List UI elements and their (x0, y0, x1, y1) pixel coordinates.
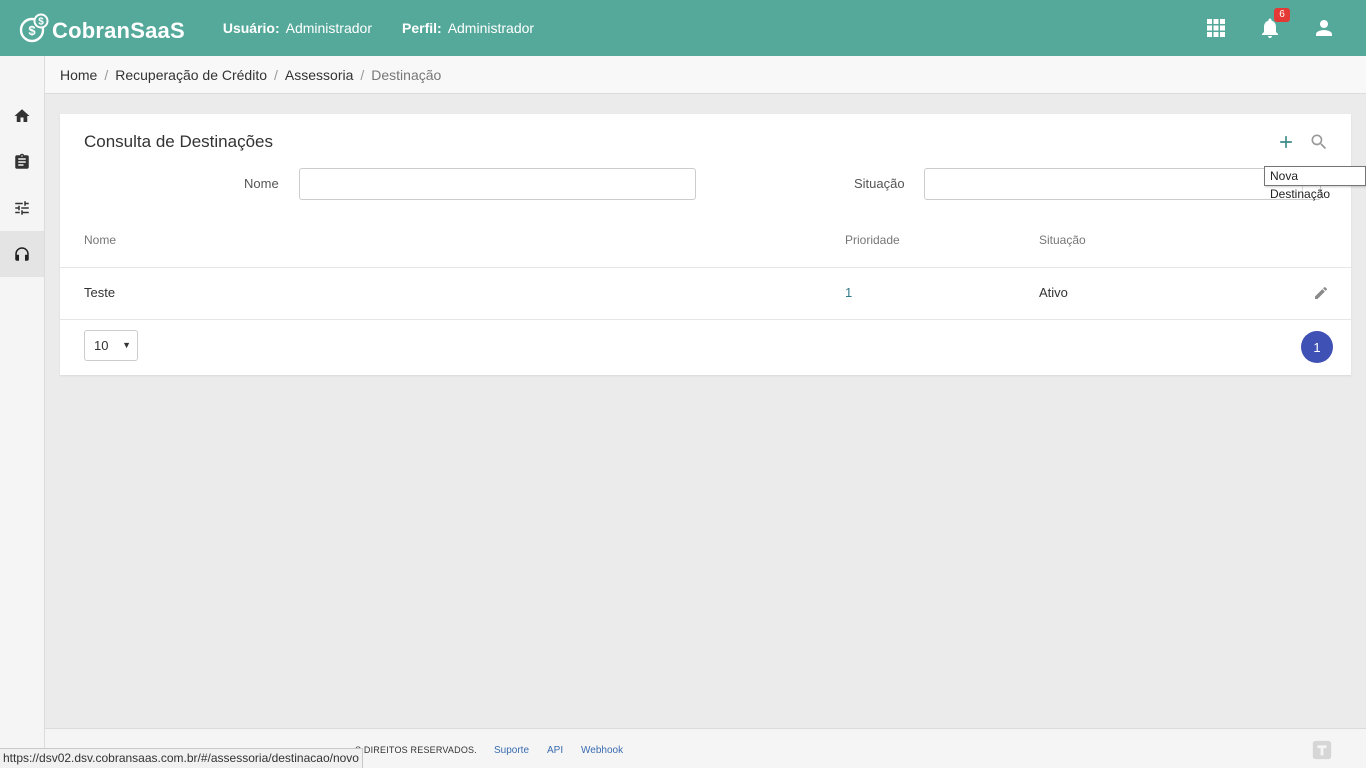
breadcrumb-home[interactable]: Home (60, 67, 97, 83)
sliders-icon (15, 201, 29, 215)
profile-pair: Perfil: Administrador (402, 20, 534, 36)
svg-text:$: $ (28, 23, 36, 38)
svg-text:$: $ (38, 17, 44, 28)
status-bar-url: https://dsv02.dsv.cobransaas.com.br/#/as… (0, 748, 363, 768)
edit-pencil-icon[interactable] (1313, 285, 1329, 301)
caret-down-icon: ▼ (122, 340, 131, 350)
tooltip: Nova Destinação (1264, 166, 1366, 201)
breadcrumb: Home / Recuperação de Crédito / Assessor… (45, 56, 1366, 94)
destinacoes-card: Consulta de Destinações Nome Situação No… (60, 114, 1351, 375)
headset-icon (15, 247, 29, 261)
user-value: Administrador (285, 20, 372, 36)
breadcrumb-separator: / (274, 66, 278, 83)
brand-name: CobranSaaS (52, 18, 185, 43)
row-divider (60, 319, 1351, 320)
home-icon (14, 109, 30, 122)
search-icon[interactable] (1309, 132, 1329, 152)
sidebar-item-settings[interactable] (0, 185, 44, 231)
profile-value: Administrador (447, 20, 535, 36)
user-icon[interactable] (1312, 16, 1336, 40)
page-title: Consulta de Destinações (84, 132, 274, 151)
cell-prioridade: 1 (845, 285, 853, 300)
pagination-page-button[interactable]: 1 (1301, 331, 1333, 363)
breadcrumb-current: Destinação (371, 66, 442, 83)
user-info: Usuário: Administrador Perfil: Administr… (223, 20, 564, 36)
footer-link-suporte[interactable]: Suporte (494, 745, 529, 756)
sidebar-item-clipboard[interactable] (0, 139, 44, 185)
brand-logo[interactable]: $ $ CobranSaaS (19, 12, 185, 44)
breadcrumb-assessoria[interactable]: Assessoria (285, 67, 353, 83)
footer-link-webhook[interactable]: Webhook (581, 745, 623, 756)
column-header-nome[interactable]: Nome (84, 233, 116, 247)
situacao-filter-label: Situação (854, 176, 905, 191)
add-icon[interactable] (1276, 132, 1296, 152)
situacao-filter-select[interactable] (924, 168, 1321, 200)
profile-label: Perfil: (402, 20, 442, 36)
cell-nome: Teste (84, 285, 116, 300)
page-size-select[interactable]: 10 ▼ (84, 330, 138, 361)
footer-copyright: S DIREITOS RESERVADOS. (355, 745, 477, 755)
footer-link-api[interactable]: API (547, 745, 563, 756)
nome-filter-label: Nome (244, 176, 279, 191)
breadcrumb-separator: / (360, 66, 365, 83)
breadcrumb-recuperacao[interactable]: Recuperação de Crédito (115, 67, 267, 83)
nome-filter-input[interactable] (299, 168, 696, 200)
page-size-value: 10 (94, 338, 109, 353)
brand-logo-icon: $ $ (19, 13, 49, 43)
sidebar-item-home[interactable] (0, 93, 44, 139)
apps-grid-icon[interactable] (1204, 16, 1228, 40)
sidebar-item-support[interactable] (0, 231, 44, 277)
footer-logo-icon (1312, 740, 1332, 760)
cell-situacao: Ativo (1039, 285, 1068, 300)
column-header-situacao[interactable]: Situação (1039, 233, 1086, 247)
header-divider (60, 267, 1351, 268)
user-pair: Usuário: Administrador (223, 20, 372, 36)
top-bar: $ $ CobranSaaS Usuário: Administrador Pe… (0, 0, 1366, 56)
notification-badge: 6 (1274, 8, 1290, 22)
breadcrumb-separator: / (104, 66, 109, 83)
user-label: Usuário: (222, 20, 280, 36)
clipboard-icon (15, 153, 29, 169)
sidebar (0, 56, 45, 768)
column-header-prioridade[interactable]: Prioridade (845, 233, 900, 247)
